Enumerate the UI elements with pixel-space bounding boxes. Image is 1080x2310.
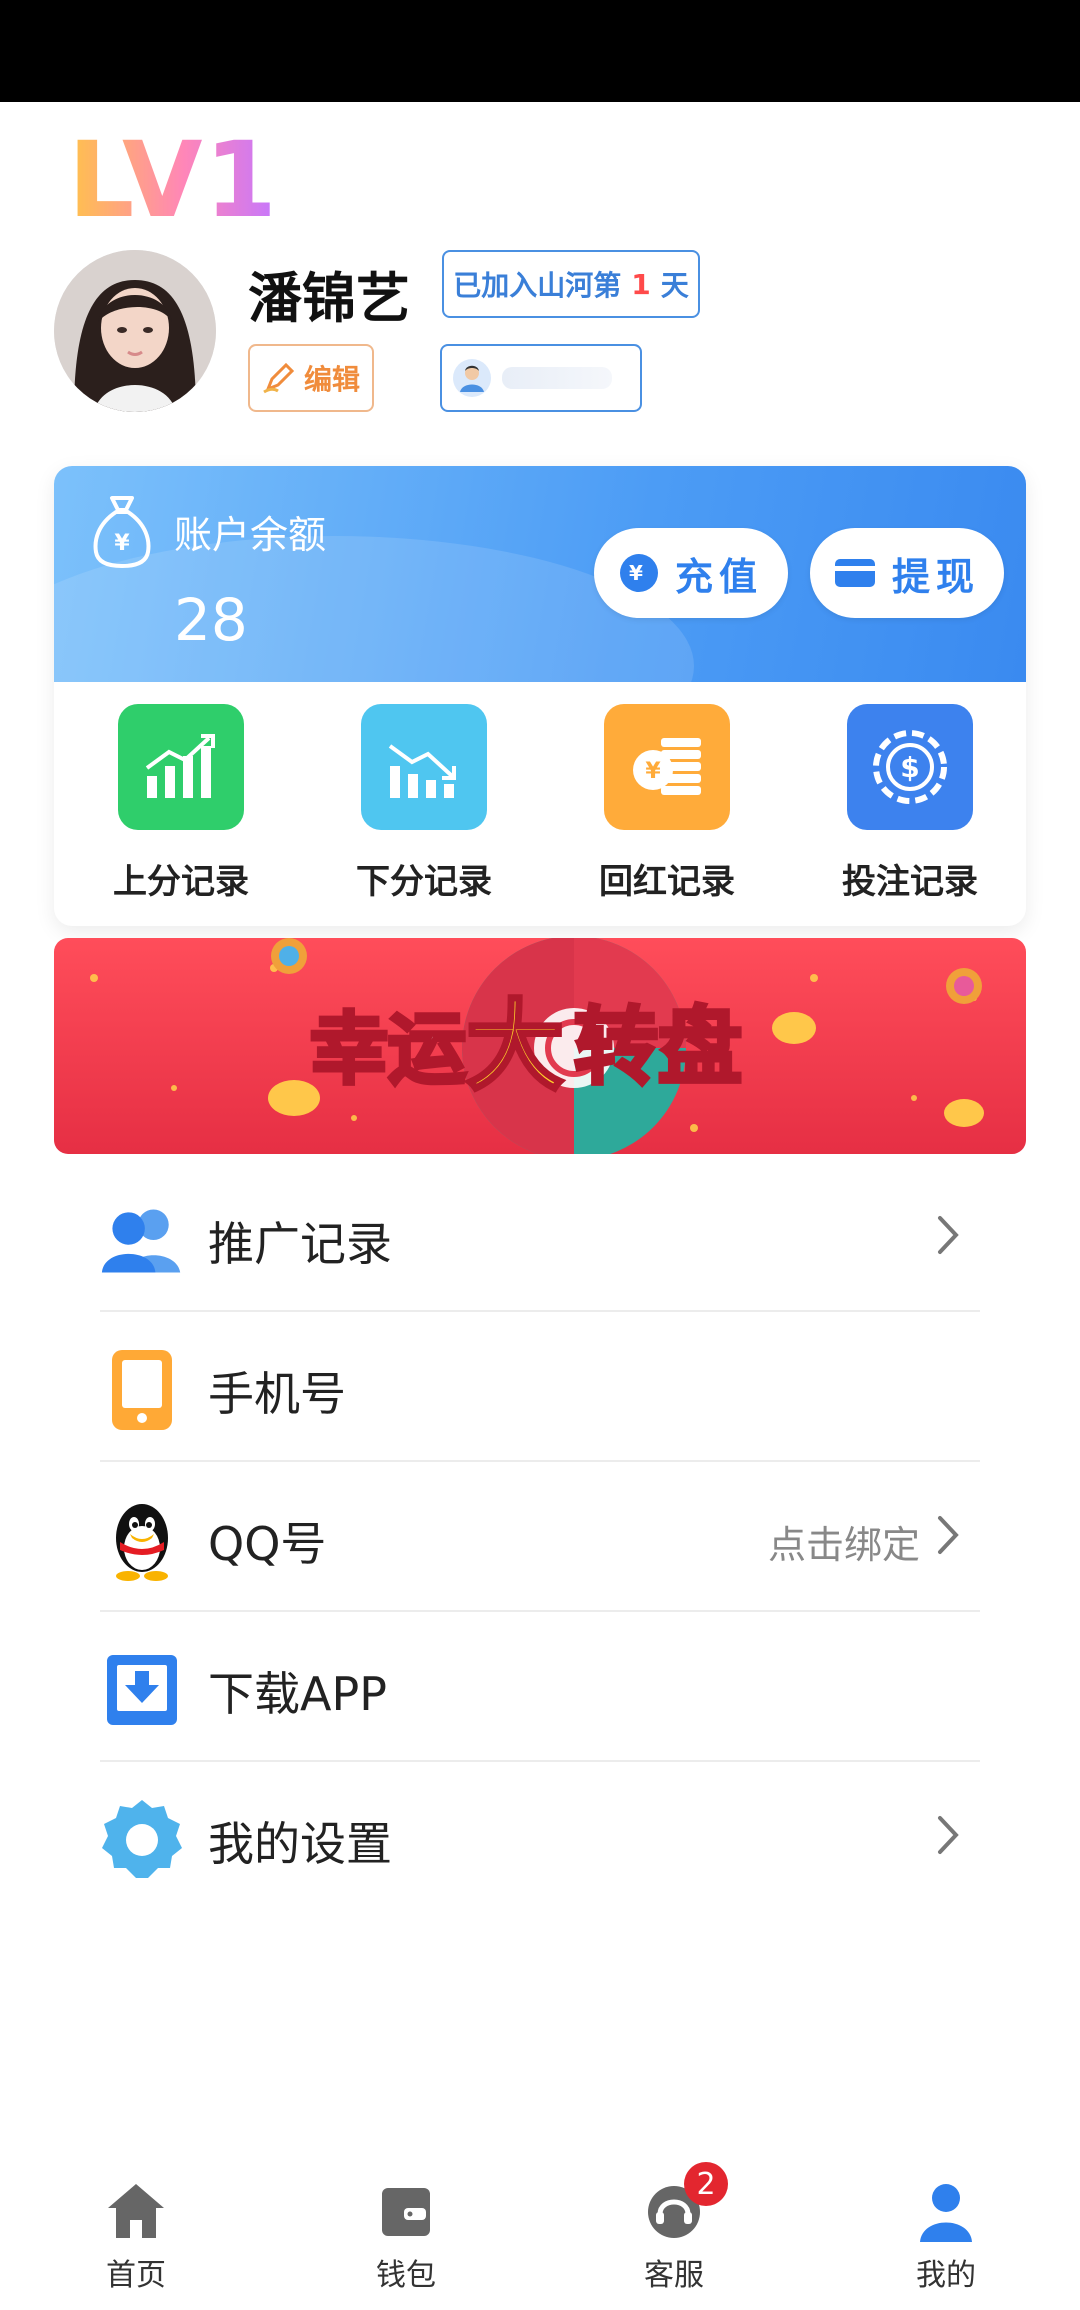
unread-badge: 2 (684, 2162, 728, 2206)
record-shortcuts: 上分记录 下分记录 ¥ 回红记录 $ 投注记录 (54, 704, 1026, 914)
avatar-image (54, 250, 216, 412)
menu-item-settings[interactable]: 我的设置 (100, 1762, 980, 1910)
banner-text-1: 幸运 (310, 1005, 466, 1095)
join-prefix: 已加入山河第 (453, 269, 622, 302)
balance-card: ¥ 账户余额 28 ¥ 充值 提现 上分记录 下分记录 ¥ 回红记录 $ 投注记… (54, 466, 1026, 926)
wallet-icon (374, 2180, 438, 2244)
avatar[interactable] (54, 250, 216, 412)
card-icon (834, 559, 875, 587)
invite-code-chip[interactable] (440, 344, 642, 412)
user-avatar-icon (453, 359, 491, 397)
chart-down-icon (361, 704, 487, 830)
chevron-right-icon (938, 1516, 959, 1554)
nav-label: 钱包 (376, 2258, 436, 2293)
rebate-record[interactable]: ¥ 回红记录 (582, 704, 752, 903)
banner-text-3: 转盘 (574, 998, 742, 1096)
lucky-wheel-art: 幸运 大 转盘 (90, 938, 984, 1154)
yen-coin-icon: ¥ (619, 554, 658, 592)
download-icon (100, 1648, 184, 1732)
bet-record[interactable]: $ 投注记录 (825, 704, 995, 903)
nav-label: 客服 (644, 2258, 704, 2293)
withdraw-label: 提现 (891, 554, 980, 599)
headset-icon: 2 (642, 2162, 728, 2244)
score-up-record[interactable]: 上分记录 (96, 704, 266, 903)
edit-label: 编辑 (303, 363, 360, 396)
blurred-code (502, 367, 612, 389)
username: 潘锦艺 (248, 267, 410, 330)
score-down-record[interactable]: 下分记录 (339, 704, 509, 903)
join-suffix: 天 (660, 269, 689, 302)
nav-mine[interactable]: 我的 (876, 2180, 1016, 2294)
menu-label: 我的设置 (208, 1817, 392, 1871)
edit-profile-button[interactable]: 编辑 (248, 344, 374, 412)
money-bag-icon: ¥ (93, 496, 151, 568)
nav-home[interactable]: 首页 (66, 2180, 206, 2294)
balance-header: ¥ 账户余额 28 ¥ 充值 提现 (54, 466, 1026, 796)
menu-label: 下载APP (208, 1667, 387, 1721)
users-icon (100, 1198, 184, 1282)
phone-icon (100, 1348, 184, 1432)
chevron-right-icon (938, 1816, 959, 1854)
join-days-badge: 已加入山河第 1 天 (442, 250, 700, 318)
nav-label: 我的 (916, 2258, 976, 2293)
chevron-right-icon (938, 1216, 959, 1254)
record-label: 投注记录 (842, 862, 978, 902)
balance-label: 账户余额 (174, 513, 327, 557)
svg-text:¥: ¥ (114, 531, 130, 556)
menu-item-qq[interactable]: QQ号 点击绑定 (100, 1462, 980, 1612)
record-label: 下分记录 (356, 862, 492, 902)
svg-text:¥: ¥ (645, 759, 661, 784)
coin-stack-icon: ¥ (604, 704, 730, 830)
pen-icon (263, 362, 295, 394)
menu-label: 手机号 (208, 1367, 346, 1421)
menu-item-promotion[interactable]: 推广记录 (100, 1162, 980, 1312)
user-icon (914, 2180, 978, 2244)
svg-text:$: $ (900, 751, 919, 784)
home-icon (104, 2180, 168, 2244)
record-label: 上分记录 (113, 862, 249, 902)
gear-icon (100, 1798, 184, 1882)
join-days: 1 (631, 267, 651, 301)
banner-text-2: 大 (466, 990, 564, 1104)
balance-value: 28 (174, 586, 248, 654)
settings-menu: 推广记录 手机号 QQ号 点击绑定 下载APP 我的设置 (100, 1162, 980, 1910)
chip-icon: $ (847, 704, 973, 830)
recharge-label: 充值 (674, 554, 763, 599)
menu-label: 推广记录 (208, 1217, 392, 1271)
menu-label: QQ号 (208, 1517, 327, 1571)
nav-wallet[interactable]: 钱包 (336, 2180, 476, 2294)
bind-hint: 点击绑定 (767, 1523, 920, 1567)
nav-label: 首页 (106, 2258, 166, 2293)
nav-customer-service[interactable]: 2 客服 (604, 2162, 744, 2294)
level-badge: LV1 (68, 119, 279, 241)
record-label: 回红记录 (599, 862, 735, 902)
lucky-wheel-banner[interactable]: 幸运 大 转盘 (54, 938, 1026, 1154)
qq-icon (100, 1498, 184, 1582)
bottom-nav: 首页 钱包 2 客服 我的 (0, 2162, 1080, 2310)
menu-item-phone[interactable]: 手机号 (100, 1312, 980, 1462)
svg-text:¥: ¥ (629, 561, 649, 585)
status-bar (0, 0, 1080, 102)
withdraw-button[interactable]: 提现 (810, 528, 1004, 618)
recharge-button[interactable]: ¥ 充值 (594, 528, 788, 618)
chart-up-icon (118, 704, 244, 830)
menu-item-download-app[interactable]: 下载APP (100, 1612, 980, 1762)
